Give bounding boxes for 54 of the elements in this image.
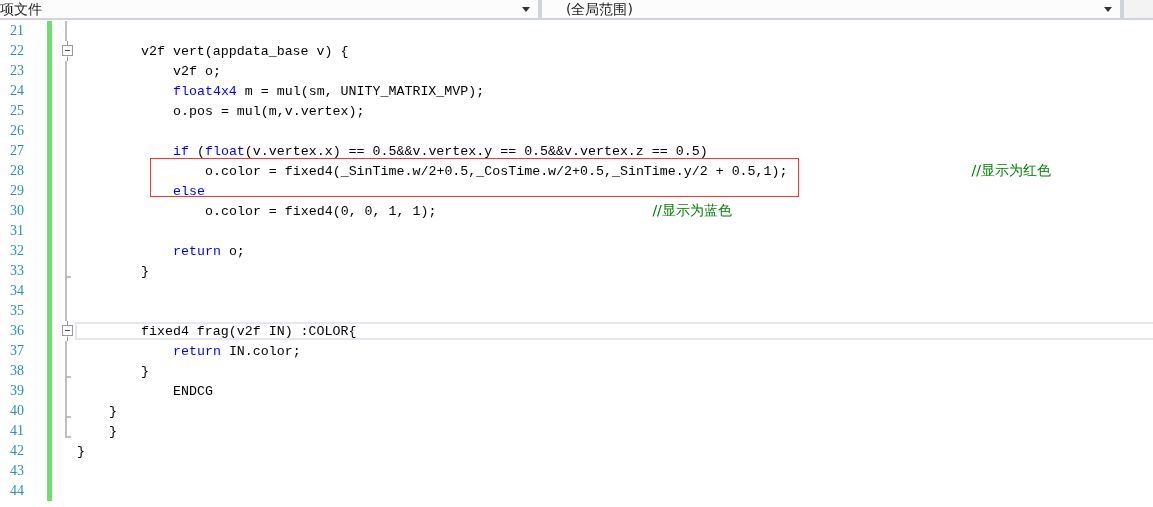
line-number: 43	[9, 463, 24, 479]
line-number: 24	[9, 83, 24, 99]
caret-icon	[1104, 6, 1112, 12]
line-number: 40	[9, 403, 24, 419]
file-dropdown[interactable]: 项文件	[0, 0, 542, 18]
line-number: 22	[9, 43, 24, 59]
line-number: 29	[9, 183, 24, 199]
code-keyword: return	[173, 343, 221, 359]
code-keyword: float4x4	[173, 83, 237, 99]
line-number: 28	[9, 163, 24, 179]
line-number: 25	[9, 103, 24, 119]
line-number: 39	[9, 383, 24, 399]
line-number: 30	[9, 203, 24, 219]
line-number: 44	[9, 483, 24, 499]
code-text: (v.vertex.x) == 0.5&&v.vertex.y == 0.5&&v.vertex.z == 0.5)	[244, 143, 708, 159]
code-text: }	[109, 403, 117, 419]
code-comment: //显示为红色	[971, 162, 1051, 180]
code-text: ENDCG	[173, 383, 213, 399]
line-number: 34	[9, 283, 24, 299]
code-text: o;	[228, 243, 245, 259]
line-number: 35	[9, 303, 24, 319]
line-number: 23	[9, 63, 24, 79]
line-number: 27	[9, 143, 24, 159]
code-text: }	[141, 363, 149, 379]
line-number: 32	[9, 243, 24, 259]
code-keyword: float	[204, 143, 245, 159]
line-number: 26	[9, 123, 24, 139]
code-text: o.color = fixed4(_SinTime.w/2+0.5,_CosTime.w/2+0.5,_SinTime.y/2 + 0.5,1);	[205, 163, 788, 179]
line-number: 42	[9, 443, 24, 459]
code-text: IN.color;	[228, 343, 301, 359]
line-number: 37	[9, 343, 24, 359]
collapse-icon[interactable]	[62, 321, 73, 341]
line-number: 21	[9, 23, 24, 39]
code-text: v2f o;	[173, 63, 221, 79]
code-keyword: return	[173, 243, 221, 259]
line-number: 38	[9, 363, 24, 379]
line-number: 41	[9, 423, 24, 439]
line-number: 33	[9, 263, 24, 279]
code-keyword: if	[173, 143, 189, 159]
code-text: m = mul(sm, UNITY_MATRIX_MVP);	[244, 83, 485, 99]
code-text: o.color = fixed4(0, 0, 1, 1);	[205, 203, 437, 219]
line-number: 36	[9, 323, 24, 339]
code-text: v2f vert(appdata_base v) {	[141, 43, 349, 59]
code-text: }	[141, 263, 149, 279]
code-text: }	[77, 443, 85, 459]
code-text: o.pos = mul(m,v.vertex);	[173, 103, 365, 119]
code-text: (	[196, 143, 205, 159]
line-number: 31	[9, 223, 24, 239]
code-keyword: else	[173, 183, 205, 199]
code-comment: //显示为蓝色	[652, 202, 732, 220]
caret-icon	[522, 6, 530, 12]
code-text: fixed4 frag(v2f IN) :COLOR{	[141, 323, 357, 339]
collapse-icon[interactable]	[62, 41, 73, 61]
code-text: }	[109, 423, 117, 439]
